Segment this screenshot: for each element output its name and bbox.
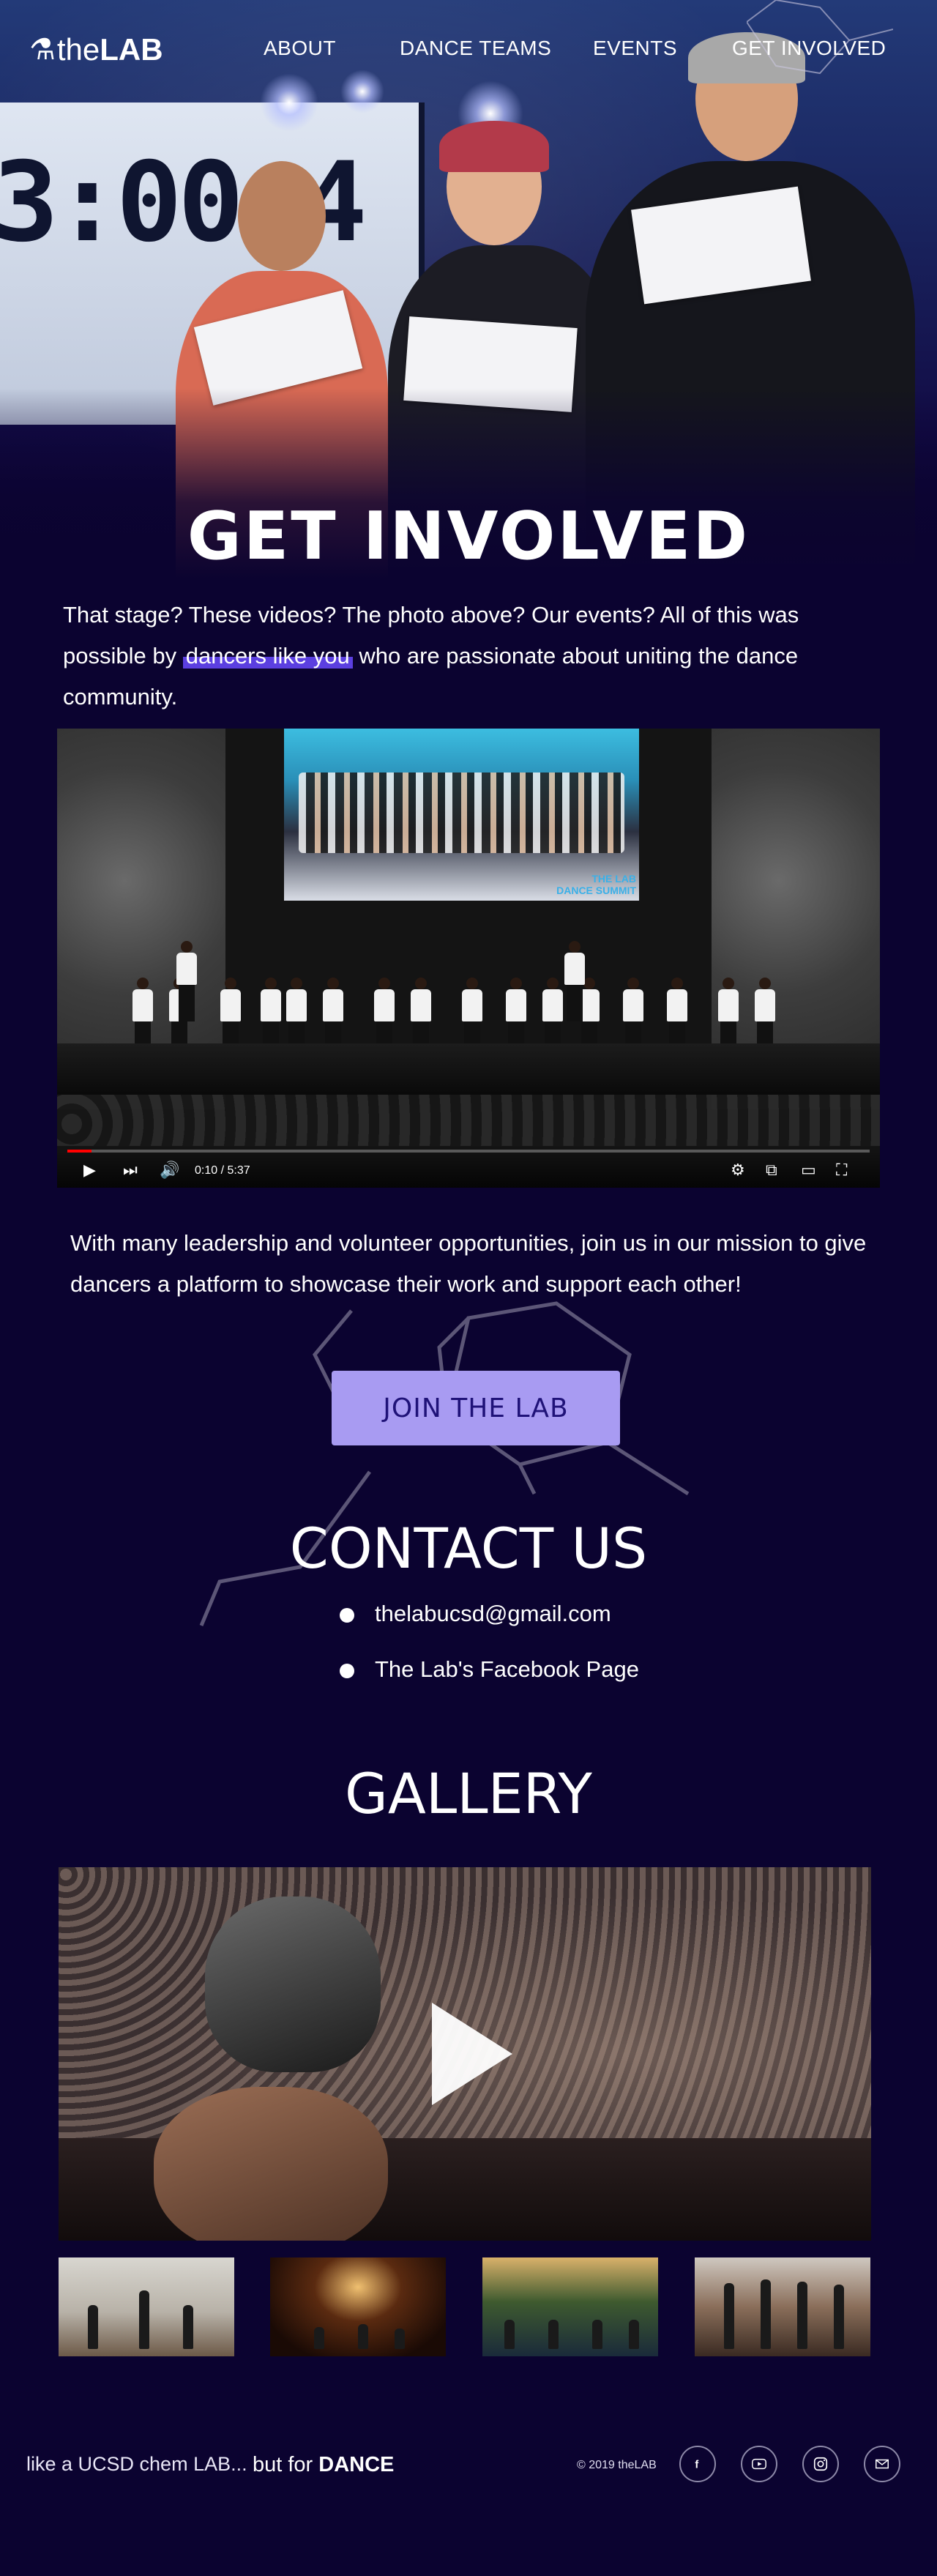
settings-icon[interactable]: ⚙: [731, 1161, 745, 1179]
list-item: The Lab's Facebook Page: [337, 1656, 639, 1683]
bullet-icon: [340, 1664, 354, 1678]
group-photo: [299, 773, 624, 853]
gallery-thumbnail[interactable]: [695, 2257, 870, 2356]
nav-about[interactable]: ABOUT: [264, 37, 336, 60]
gallery-title: GALLERY: [345, 1761, 592, 1826]
copyright: © 2019 theLAB: [577, 2459, 657, 2471]
contact-title: CONTACT US: [289, 1516, 648, 1581]
flask-icon: ⚗: [29, 34, 56, 66]
audience: [57, 1095, 880, 1146]
play-icon[interactable]: ▶: [83, 1161, 96, 1179]
footer-tagline: like a UCSD chem LAB...: [26, 2453, 247, 2475]
bullet-icon: [340, 1608, 354, 1623]
intro-highlight: dancers like you: [182, 643, 353, 669]
video-time: 0:10 / 5:37: [195, 1164, 250, 1177]
logo-text-the: the: [56, 32, 100, 67]
youtube-icon[interactable]: [741, 2446, 777, 2482]
footer: like a UCSD chem LAB... but for DANCE © …: [0, 2431, 937, 2512]
nav-dance-teams[interactable]: DANCE TEAMS: [400, 37, 551, 60]
svg-text:f: f: [695, 2460, 698, 2471]
get-involved-title: GET INVOLVED: [187, 498, 750, 575]
fullscreen-icon[interactable]: ⛶: [836, 1161, 847, 1179]
hand-with-microphone: [154, 2087, 388, 2241]
nav-events[interactable]: EVENTS: [593, 37, 677, 60]
mission-paragraph: With many leadership and volunteer oppor…: [70, 1230, 867, 1297]
video-progress-bar[interactable]: [67, 1150, 870, 1153]
gallery-thumbnail[interactable]: [482, 2257, 658, 2356]
play-icon[interactable]: [432, 2003, 512, 2105]
next-icon[interactable]: ⏭: [123, 1161, 138, 1179]
facebook-page-link[interactable]: The Lab's Facebook Page: [375, 1656, 639, 1682]
mail-icon[interactable]: [864, 2446, 900, 2482]
projection-screen: THE LAB DANCE SUMMIT: [284, 729, 639, 901]
join-the-lab-button[interactable]: JOIN THE LAB: [332, 1371, 620, 1445]
gallery-thumbnail[interactable]: [270, 2257, 446, 2356]
theater-mode-icon[interactable]: ▭: [801, 1161, 816, 1179]
miniplayer-icon[interactable]: ⧉: [766, 1161, 777, 1179]
instagram-icon[interactable]: [802, 2446, 839, 2482]
nav-get-involved[interactable]: GET INVOLVED: [732, 37, 891, 63]
video-progress-fill: [67, 1150, 92, 1153]
screen-caption: THE LAB DANCE SUMMIT: [556, 873, 636, 896]
stage-floor: [57, 1043, 880, 1095]
email-link[interactable]: thelabucsd@gmail.com: [375, 1601, 611, 1626]
footer-tagline-dance: but for DANCE: [253, 2453, 395, 2476]
list-item: thelabucsd@gmail.com: [337, 1600, 639, 1628]
video-controls: ▶ ⏭ 🔊 0:10 / 5:37 ⚙ ⧉ ▭ ⛶: [57, 1145, 880, 1188]
site-logo[interactable]: ⚗ the LAB: [29, 32, 163, 67]
contact-list: thelabucsd@gmail.com The Lab's Facebook …: [337, 1600, 639, 1711]
gallery-featured-video[interactable]: [59, 1867, 871, 2241]
panther-mask: [205, 1896, 381, 2072]
top-navigation: ⚗ the LAB ABOUT DANCE TEAMS EVENTS GET I…: [0, 0, 937, 95]
logo-text-lab: LAB: [100, 32, 163, 67]
facebook-icon[interactable]: f: [679, 2446, 716, 2482]
video-player[interactable]: THE LAB DANCE SUMMIT ▶ ⏭ 🔊 0:10 / 5:37 ⚙: [57, 729, 880, 1188]
dancers-group: [108, 941, 840, 1058]
volume-icon[interactable]: 🔊: [160, 1161, 179, 1179]
intro-paragraph: That stage? These videos? The photo abov…: [63, 595, 883, 718]
gallery-thumbnail[interactable]: [59, 2257, 234, 2356]
molecule-decoration: [199, 1301, 690, 1626]
